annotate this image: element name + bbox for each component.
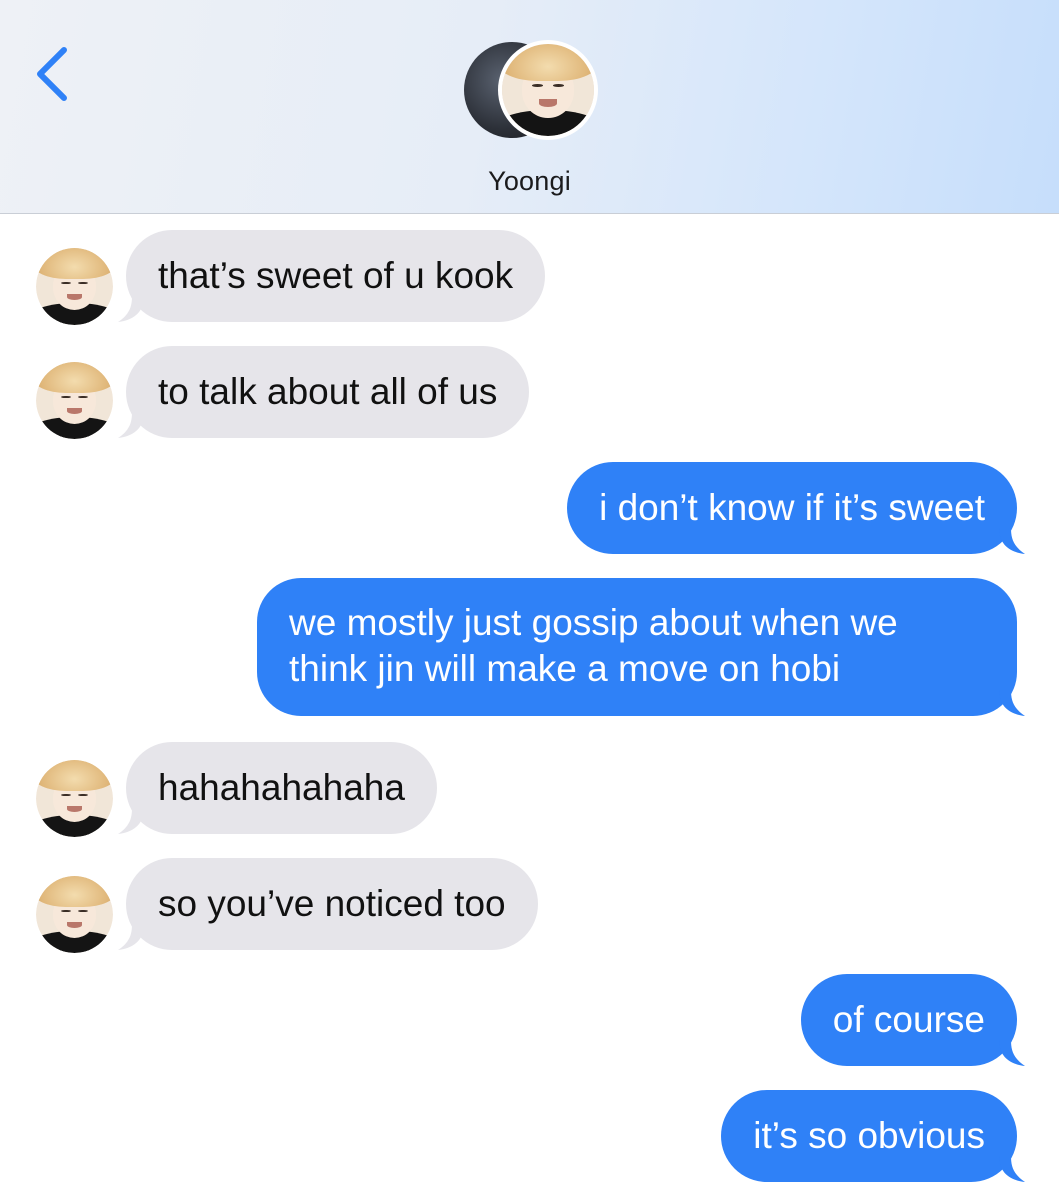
sender-avatar[interactable] — [36, 876, 113, 953]
chevron-left-icon — [37, 47, 67, 101]
bubble-tail — [118, 924, 144, 950]
conversation-header: Yoongi — [0, 0, 1059, 214]
message-text: so you’ve noticed too — [158, 883, 506, 924]
contact-name[interactable]: Yoongi — [0, 166, 1059, 197]
message-text: we mostly just gossip about when we thin… — [289, 602, 898, 689]
outgoing-message-bubble[interactable]: i don’t know if it’s sweet — [567, 462, 1025, 554]
bubble-tail — [118, 296, 144, 322]
bubble-tail — [999, 690, 1025, 716]
outgoing-message-bubble[interactable]: it’s so obvious — [721, 1090, 1025, 1182]
outgoing-message-bubble[interactable]: we mostly just gossip about when we thin… — [257, 578, 1025, 716]
back-button[interactable] — [28, 40, 76, 108]
sender-avatar[interactable] — [36, 362, 113, 439]
contact-avatar-group[interactable] — [464, 40, 598, 150]
message-text: to talk about all of us — [158, 371, 498, 412]
incoming-message-bubble[interactable]: so you’ve noticed too — [118, 858, 538, 950]
message-text: that’s sweet of u kook — [158, 255, 514, 296]
message-text: hahahahahaha — [158, 767, 405, 808]
message-text: it’s so obvious — [753, 1115, 985, 1156]
messages-screen: Yoongi that’s sweet of u kook to talk ab… — [0, 0, 1059, 1200]
sender-avatar[interactable] — [36, 248, 113, 325]
contact-avatar — [498, 40, 598, 140]
message-text: i don’t know if it’s sweet — [599, 487, 985, 528]
bubble-tail — [118, 412, 144, 438]
sender-avatar[interactable] — [36, 760, 113, 837]
bubble-tail — [118, 808, 144, 834]
message-text: of course — [832, 999, 985, 1040]
bubble-tail — [999, 528, 1025, 554]
bubble-tail — [999, 1156, 1025, 1182]
incoming-message-bubble[interactable]: hahahahahaha — [118, 742, 437, 834]
outgoing-message-bubble[interactable]: of course — [800, 974, 1025, 1066]
incoming-message-bubble[interactable]: that’s sweet of u kook — [118, 230, 546, 322]
bubble-tail — [999, 1040, 1025, 1066]
incoming-message-bubble[interactable]: to talk about all of us — [118, 346, 530, 438]
